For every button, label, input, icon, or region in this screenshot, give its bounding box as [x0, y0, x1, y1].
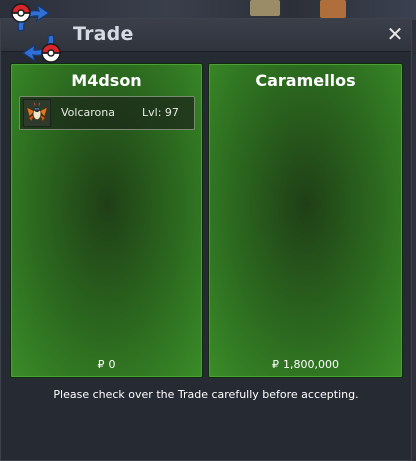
- money-amount: 1,800,000: [283, 358, 339, 371]
- partner-player-name: Caramellos: [255, 71, 356, 90]
- my-offer-panel: M4dson Volcarona Lvl: 97 ₽0: [10, 63, 203, 378]
- window-title: Trade: [73, 23, 134, 45]
- offered-pokemon-row[interactable]: Volcarona Lvl: 97: [19, 96, 195, 130]
- pokemon-level: Lvl: 97: [142, 106, 179, 119]
- pokemon-name: Volcarona: [61, 106, 115, 119]
- trade-window: Trade ✕ M4dson Volcarona Lvl: 97 ₽ 0 Car…: [0, 3, 412, 461]
- background-edge: [412, 20, 416, 461]
- my-player-name: M4dson: [71, 71, 142, 90]
- trade-warning-text: Please check over the Trade carefully be…: [53, 388, 359, 401]
- background-sprite: [320, 0, 346, 18]
- my-money-offer: ₽0: [11, 358, 202, 371]
- partner-offer-panel: Caramellos ₽1,800,000: [208, 63, 403, 378]
- trade-logo-icon: [11, 3, 61, 63]
- volcarona-sprite-icon: [23, 99, 51, 127]
- currency-symbol: ₽: [272, 358, 279, 371]
- background-sprite: [250, 0, 280, 16]
- currency-symbol: ₽: [97, 358, 105, 371]
- partner-money-offer: ₽1,800,000: [209, 358, 402, 371]
- close-button[interactable]: ✕: [385, 24, 405, 44]
- money-amount: 0: [108, 358, 116, 371]
